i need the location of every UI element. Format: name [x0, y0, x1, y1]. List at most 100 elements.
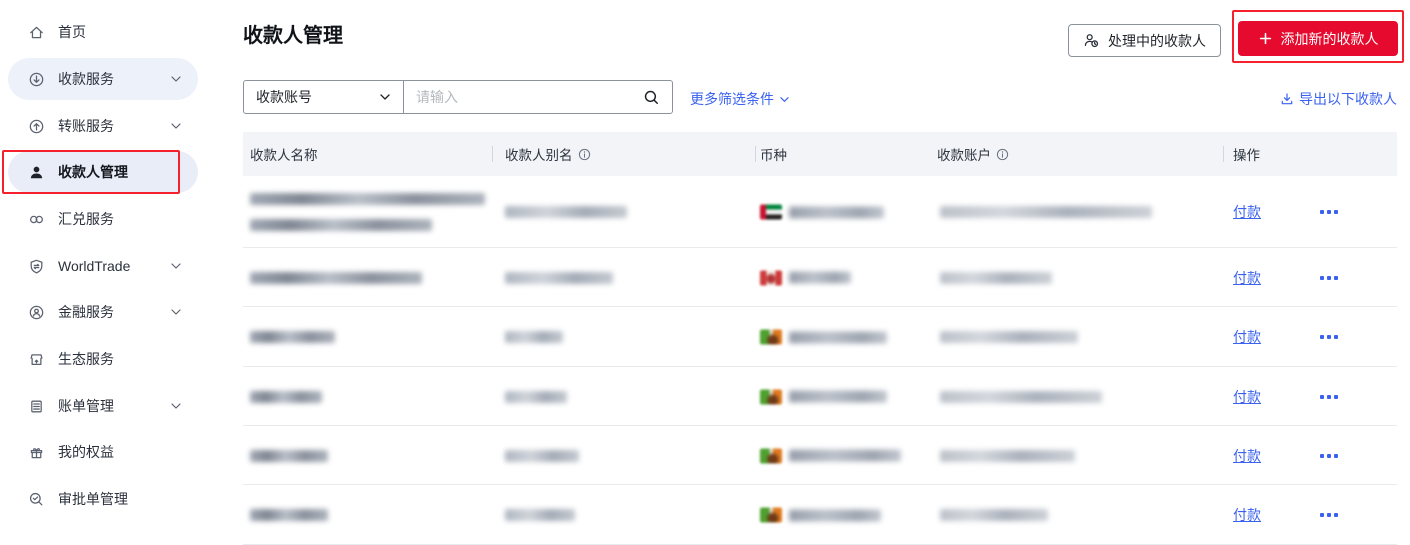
download-icon [1280, 92, 1294, 106]
column-divider [492, 146, 493, 162]
export-payees-link[interactable]: 导出以下收款人 [1280, 89, 1397, 109]
column-divider [1223, 146, 1224, 162]
table-row: 付款 [243, 367, 1397, 426]
sidebar-item-label: 生态服务 [58, 349, 114, 369]
sidebar-item-worldtrade[interactable]: WorldTrade [8, 245, 198, 287]
processing-payees-button[interactable]: 处理中的收款人 [1068, 24, 1221, 57]
pay-link[interactable]: 付款 [1233, 505, 1261, 525]
sidebar-item-label: 转账服务 [58, 116, 114, 136]
export-payees-label: 导出以下收款人 [1299, 89, 1397, 109]
column-header: 收款账户 [937, 132, 1009, 176]
add-payee-button[interactable]: 添加新的收款人 [1238, 21, 1398, 56]
more-actions-button[interactable] [1320, 513, 1338, 517]
currency-flag-icon [760, 205, 782, 220]
pay-link[interactable]: 付款 [1233, 387, 1261, 407]
transfer-icon [28, 118, 45, 135]
column-header-label: 币种 [760, 144, 787, 164]
plus-icon [1258, 31, 1273, 46]
payee-alias-redacted [505, 450, 579, 462]
chevron-down-icon [170, 261, 182, 271]
benefits-icon [28, 444, 45, 461]
column-divider [755, 146, 756, 162]
sidebar-item-label: 金融服务 [58, 302, 114, 322]
sidebar-item-my-benefits[interactable]: 我的权益 [8, 431, 198, 473]
payee-name-redacted [250, 450, 328, 462]
more-actions-button[interactable] [1320, 210, 1338, 214]
table-row: 付款 [243, 426, 1397, 485]
sidebar-item-label: 首页 [58, 22, 86, 42]
more-actions-icon[interactable] [1320, 210, 1338, 214]
exchange-icon [28, 211, 45, 228]
sidebar-item-label: 审批单管理 [58, 489, 128, 509]
sidebar-item-label: 汇兑服务 [58, 209, 114, 229]
sidebar-item-label: WorldTrade [58, 258, 130, 274]
payee-account-redacted [940, 509, 1048, 521]
more-actions-icon[interactable] [1320, 454, 1338, 458]
search-placeholder: 请输入 [416, 87, 643, 107]
currency-cell [760, 270, 851, 285]
approval-icon [28, 491, 45, 508]
sidebar-item-label: 收款服务 [58, 69, 114, 89]
collection-icon [28, 71, 45, 88]
currency-cell [760, 508, 881, 523]
add-payee-label: 添加新的收款人 [1281, 29, 1379, 49]
currency-flag-icon [760, 448, 782, 463]
search-input[interactable]: 请输入 [404, 81, 672, 113]
sidebar-item-transfer-service[interactable]: 转账服务 [8, 105, 198, 147]
payee-account-redacted [940, 331, 1078, 343]
more-actions-button[interactable] [1320, 395, 1338, 399]
payee-name-redacted [250, 331, 335, 343]
payee-account-redacted [940, 272, 1052, 284]
column-header-label: 操作 [1233, 144, 1260, 164]
more-actions-icon[interactable] [1320, 395, 1338, 399]
processing-payees-label: 处理中的收款人 [1108, 31, 1206, 51]
more-filters-link[interactable]: 更多筛选条件 [690, 89, 790, 109]
column-header: 收款人别名 [505, 132, 591, 176]
pay-link[interactable]: 付款 [1233, 327, 1261, 347]
more-filters-label: 更多筛选条件 [690, 89, 774, 109]
pay-link[interactable]: 付款 [1233, 202, 1261, 222]
sidebar-item-home[interactable]: 首页 [8, 11, 198, 53]
table-body: 付款 付款 付款 付款 付款 付款 [243, 176, 1397, 545]
info-icon[interactable] [578, 148, 591, 161]
payee-alias-redacted [505, 206, 627, 218]
filter-field-value: 收款账号 [256, 87, 379, 107]
payee-account-redacted [940, 206, 1152, 218]
currency-name-redacted [789, 450, 901, 462]
payee-name-redacted [250, 509, 328, 521]
ecosystem-icon [28, 351, 45, 368]
column-header: 操作 [1233, 132, 1260, 176]
sidebar-item-approval-management[interactable]: 审批单管理 [8, 478, 198, 520]
currency-cell [760, 448, 901, 463]
sidebar-item-payee-management[interactable]: 收款人管理 [8, 151, 198, 193]
person-clock-icon [1083, 32, 1100, 49]
sidebar-item-ecosystem-service[interactable]: 生态服务 [8, 338, 198, 380]
sidebar-item-exchange-service[interactable]: 汇兑服务 [8, 198, 198, 240]
payee-icon [28, 164, 45, 181]
search-icon[interactable] [643, 89, 660, 106]
info-icon[interactable] [996, 148, 1009, 161]
currency-name-redacted [789, 331, 887, 343]
more-actions-icon[interactable] [1320, 513, 1338, 517]
pay-link[interactable]: 付款 [1233, 268, 1261, 288]
column-header-label: 收款账户 [937, 144, 991, 164]
sidebar-item-financial-service[interactable]: 金融服务 [8, 291, 198, 333]
currency-cell [760, 389, 887, 404]
sidebar-item-collection-service[interactable]: 收款服务 [8, 58, 198, 100]
more-actions-button[interactable] [1320, 335, 1338, 339]
more-actions-icon[interactable] [1320, 335, 1338, 339]
chevron-down-icon [170, 74, 182, 84]
more-actions-button[interactable] [1320, 276, 1338, 280]
pay-link[interactable]: 付款 [1233, 446, 1261, 466]
sidebar-item-bill-management[interactable]: 账单管理 [8, 385, 198, 427]
more-actions-button[interactable] [1320, 454, 1338, 458]
column-header: 币种 [760, 132, 787, 176]
table-header: 收款人名称收款人别名币种收款账户操作 [243, 132, 1397, 176]
chevron-down-icon [170, 307, 182, 317]
currency-cell [760, 330, 887, 345]
more-actions-icon[interactable] [1320, 276, 1338, 280]
currency-flag-icon [760, 270, 782, 285]
filter-field-select[interactable]: 收款账号 [244, 81, 404, 113]
finance-icon [28, 304, 45, 321]
payee-account-redacted [940, 391, 1102, 403]
